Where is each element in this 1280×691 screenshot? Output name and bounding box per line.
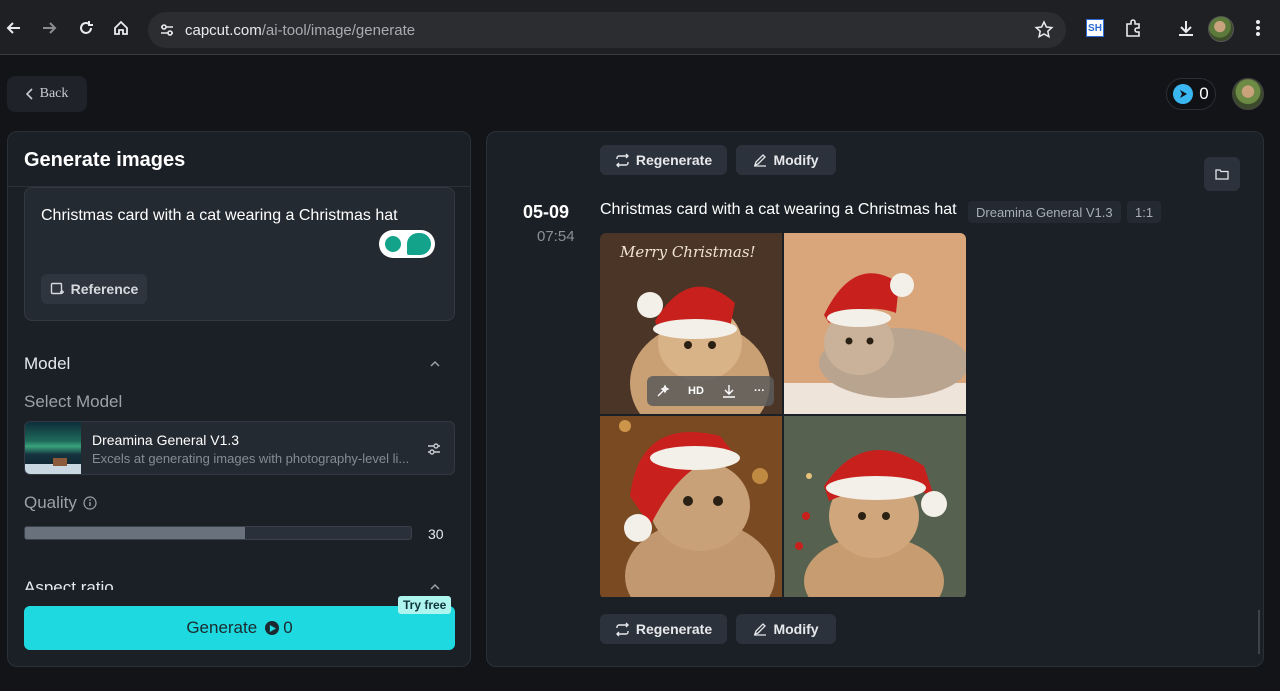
back-label: Back bbox=[39, 86, 69, 101]
extensions-puzzle-icon[interactable] bbox=[1119, 14, 1147, 42]
more-options-button[interactable]: ··· bbox=[754, 385, 765, 397]
prompt-input[interactable]: Christmas card with a cat wearing a Chri… bbox=[24, 187, 455, 321]
generate-button[interactable]: Generate 0 bbox=[24, 606, 455, 650]
download-icon[interactable] bbox=[1172, 14, 1200, 42]
back-arrow-icon[interactable] bbox=[0, 14, 28, 42]
panel-title: Generate images bbox=[24, 149, 186, 171]
modify-button-top[interactable]: Modify bbox=[736, 145, 836, 175]
model-thumbnail bbox=[25, 422, 81, 474]
repeat-icon bbox=[615, 153, 629, 167]
pencil-icon bbox=[754, 623, 767, 636]
aspect-ratio-label: Aspect ratio bbox=[24, 578, 114, 590]
generated-image-4[interactable] bbox=[784, 416, 966, 597]
reference-button[interactable]: Reference bbox=[41, 274, 147, 304]
model-section-title: Model bbox=[24, 354, 71, 373]
chevron-up-icon[interactable] bbox=[428, 580, 442, 594]
browser-menu-icon[interactable] bbox=[1244, 14, 1272, 42]
magic-wand-icon[interactable] bbox=[656, 384, 670, 398]
info-icon[interactable] bbox=[83, 496, 97, 510]
generate-panel: Generate images Christmas card with a ca… bbox=[7, 131, 471, 667]
image-grid: Merry Christmas! bbox=[600, 233, 966, 599]
download-icon[interactable] bbox=[722, 384, 736, 398]
generation-time: 07:54 bbox=[537, 228, 575, 245]
regenerate-button-bottom[interactable]: Regenerate bbox=[600, 614, 727, 644]
url-text: capcut.com/ai-tool/image/generate bbox=[185, 22, 416, 39]
folder-button[interactable] bbox=[1204, 157, 1240, 191]
chevron-left-icon bbox=[25, 88, 33, 100]
modify-button-bottom[interactable]: Modify bbox=[736, 614, 836, 644]
reference-label: Reference bbox=[70, 281, 139, 297]
quality-value: 30 bbox=[428, 526, 444, 542]
generated-image-3[interactable] bbox=[600, 416, 782, 597]
pencil-icon bbox=[754, 154, 767, 167]
back-button[interactable]: Back bbox=[7, 76, 87, 112]
generation-prompt: Christmas card with a cat wearing a Chri… bbox=[600, 201, 957, 218]
generation-date: 05-09 bbox=[523, 202, 570, 222]
credits-count: 0 bbox=[1199, 84, 1209, 103]
address-bar[interactable]: capcut.com/ai-tool/image/generate bbox=[148, 12, 1066, 48]
ratio-tag: 1:1 bbox=[1127, 201, 1162, 223]
image-add-icon bbox=[50, 282, 64, 294]
hd-button[interactable]: HD bbox=[688, 385, 704, 397]
image-hover-toolbar: HD ··· bbox=[647, 376, 774, 406]
folder-icon bbox=[1215, 169, 1229, 180]
results-panel: Regenerate Modify 05-09 07:54 Christmas … bbox=[486, 131, 1264, 667]
quality-slider[interactable] bbox=[24, 526, 412, 540]
quality-label: Quality bbox=[24, 493, 97, 513]
home-icon[interactable] bbox=[107, 14, 135, 42]
bookmark-star-icon[interactable] bbox=[1034, 20, 1054, 40]
site-settings-icon[interactable] bbox=[158, 21, 176, 39]
model-name: Dreamina General V1.3 bbox=[92, 432, 240, 448]
profile-avatar[interactable] bbox=[1208, 16, 1234, 42]
repeat-icon bbox=[615, 622, 629, 636]
regenerate-button-top[interactable]: Regenerate bbox=[600, 145, 727, 175]
model-tag: Dreamina General V1.3 bbox=[968, 201, 1121, 223]
chevron-up-icon[interactable] bbox=[428, 357, 442, 371]
sh-extension-icon[interactable]: SH bbox=[1081, 14, 1109, 42]
model-selector[interactable]: Dreamina General V1.3 Excels at generati… bbox=[24, 421, 455, 475]
credits-badge[interactable]: 0 bbox=[1166, 78, 1216, 110]
credit-icon bbox=[265, 621, 280, 635]
sliders-icon[interactable] bbox=[426, 441, 442, 457]
credit-icon bbox=[1173, 84, 1194, 104]
generate-cost: 0 bbox=[283, 618, 293, 637]
model-description: Excels at generating images with photogr… bbox=[92, 451, 410, 466]
prompt-text[interactable]: Christmas card with a cat wearing a Chri… bbox=[41, 207, 398, 225]
generated-image-2[interactable] bbox=[784, 233, 966, 414]
card-text: Merry Christmas! bbox=[620, 243, 756, 261]
generate-label: Generate bbox=[186, 618, 258, 637]
browser-toolbar: capcut.com/ai-tool/image/generate SH bbox=[0, 0, 1280, 55]
quality-slider-fill bbox=[25, 527, 246, 539]
lightbulb-icon bbox=[385, 236, 401, 252]
reload-icon[interactable] bbox=[72, 14, 100, 42]
try-free-badge: Try free bbox=[398, 596, 452, 614]
chat-bubble-icon bbox=[407, 233, 431, 255]
forward-arrow-icon[interactable] bbox=[35, 14, 63, 42]
scrollbar[interactable] bbox=[1258, 610, 1260, 654]
select-model-label: Select Model bbox=[24, 392, 123, 411]
prompt-assist-toggle[interactable] bbox=[379, 230, 435, 258]
user-avatar[interactable] bbox=[1232, 78, 1264, 110]
